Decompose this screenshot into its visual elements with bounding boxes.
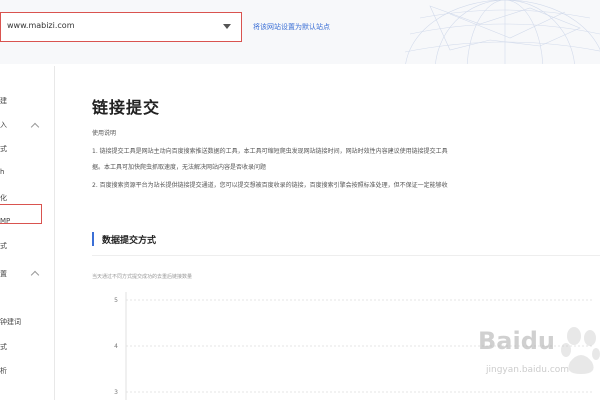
top-bar: www.mabizi.com 将该网站设置为默认站点 bbox=[0, 0, 600, 64]
section-accent-bar bbox=[92, 232, 94, 246]
watermark-subtext: jingyan.baidu.com bbox=[486, 365, 570, 375]
y-tick-label: 5 bbox=[114, 297, 118, 304]
usage-line: 2. 百度搜索资源平台为站长提供链接提交通道，您可以提交想被百度收录的链接，百度… bbox=[92, 182, 448, 189]
chevron-up-icon[interactable] bbox=[30, 122, 40, 132]
sidebar-item[interactable]: MP bbox=[0, 217, 10, 225]
sidebar-item[interactable]: 式 bbox=[0, 241, 7, 251]
sidebar-item[interactable]: 析 bbox=[0, 366, 7, 376]
usage-heading: 使用说明 bbox=[92, 130, 117, 137]
set-default-site-link[interactable]: 将该网站设置为默认站点 bbox=[253, 22, 330, 32]
y-tick-label: 4 bbox=[114, 343, 118, 350]
sidebar-item[interactable]: 入 bbox=[0, 120, 7, 130]
sidebar: 建 入 式 h 化 MP 式 置 钟建词 式 析 bbox=[0, 66, 55, 400]
sidebar-item-active[interactable]: 式 bbox=[0, 144, 7, 154]
chart-caption: 当天通过不同方式提交成功的去重后链接数量 bbox=[92, 274, 193, 280]
sidebar-item[interactable]: 式 bbox=[0, 342, 7, 352]
y-tick-label: 3 bbox=[114, 389, 118, 396]
usage-line: 1. 链接提交工具是网站主动向百度搜索推送数据的工具，本工具可缩短爬虫发现网站链… bbox=[92, 148, 448, 155]
sidebar-item[interactable]: 化 bbox=[0, 193, 7, 203]
sidebar-item[interactable]: 建 bbox=[0, 96, 7, 106]
chevron-up-icon[interactable] bbox=[30, 270, 40, 280]
divider bbox=[92, 255, 600, 256]
sidebar-item[interactable]: 置 bbox=[0, 269, 7, 279]
watermark-text: Baidu bbox=[478, 327, 555, 355]
sidebar-item[interactable]: 钟建词 bbox=[0, 317, 21, 327]
chevron-down-icon[interactable] bbox=[223, 24, 231, 29]
section-title: 数据提交方式 bbox=[102, 236, 157, 246]
sidebar-item[interactable]: h bbox=[0, 168, 4, 176]
globe-mesh-decoration bbox=[404, 0, 600, 64]
site-select-dropdown[interactable]: www.mabizi.com bbox=[0, 12, 242, 42]
usage-line: 据。本工具可加快爬虫抓取速度，无法解决网站内容是否收录问题 bbox=[92, 164, 267, 171]
page-title: 链接提交 bbox=[92, 98, 161, 117]
site-url-value: www.mabizi.com bbox=[7, 21, 75, 30]
